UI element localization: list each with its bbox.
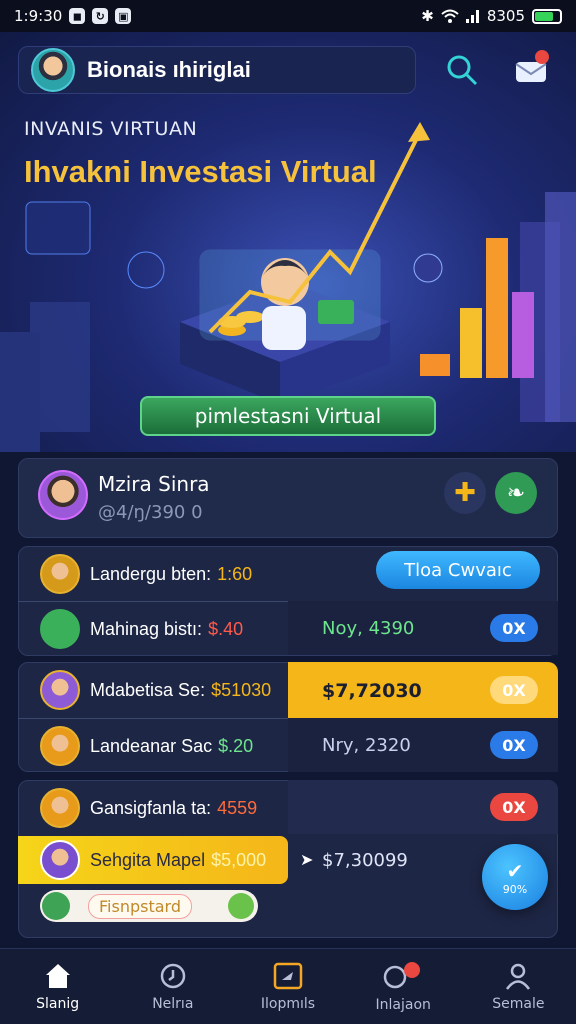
row-value: $5,000	[211, 849, 267, 870]
row-amount: Noy, 4390	[322, 618, 415, 639]
user-balance: @4/ŋ/390 0	[98, 502, 203, 523]
row-avatar	[40, 840, 80, 880]
bluetooth-icon: ✱	[421, 7, 434, 25]
search-icon[interactable]	[442, 50, 482, 90]
nav-label: Slanig	[36, 995, 80, 1012]
sync-icon: ↻	[92, 8, 109, 24]
profile-name: Bionais ıhiriglai	[87, 57, 251, 82]
hero-illustration	[0, 122, 576, 452]
percent-badge: 0X	[490, 731, 538, 759]
leaf-icon[interactable]: ❧	[495, 472, 537, 514]
shield-icon	[42, 892, 70, 920]
status-time: 1:9:30	[14, 7, 63, 25]
nav-label: Semale	[492, 995, 545, 1012]
row-label: Mahinag bistı:	[90, 618, 203, 639]
nav-label: Nelrıa	[152, 995, 194, 1012]
row-avatar	[40, 726, 80, 766]
percent-badge: 0X	[490, 676, 538, 704]
coin-icon	[40, 609, 80, 649]
hero-banner: Bionais ıhiriglai INVANIS VIRTUAN Ihvakn…	[0, 32, 576, 452]
nav-label: Inlajaon	[375, 996, 431, 1013]
nav-reports[interactable]: Ilopmıls	[230, 949, 345, 1024]
clock-icon	[160, 963, 186, 988]
row-amount: $7,72030	[322, 680, 422, 702]
nav-profile[interactable]: Semale	[461, 949, 576, 1024]
percent-badge: 0X	[490, 614, 538, 642]
row-value: $.40	[208, 618, 244, 639]
arrow-icon: ➤	[300, 850, 314, 869]
row-value: 1:60	[217, 563, 253, 584]
chat-icon	[383, 961, 421, 988]
row-label: Landeanar Sac	[90, 735, 213, 756]
leaf-icon	[228, 893, 254, 919]
wifi-icon	[441, 9, 459, 23]
profile-header[interactable]: Bionais ıhiriglai	[18, 46, 416, 94]
start-investing-button[interactable]: pimlestasni Virtual	[140, 396, 436, 436]
user-name: Mzira Sinra	[98, 472, 210, 496]
battery-text: 8305	[486, 7, 525, 25]
battery-icon	[532, 8, 562, 24]
nav-news[interactable]: Nelrıa	[115, 949, 230, 1024]
row-value: 4559	[217, 797, 258, 818]
row-avatar	[40, 554, 80, 594]
row-value: $.20	[218, 735, 254, 756]
row-label: Gansigfanla ta:	[90, 797, 212, 818]
gallery-icon: ▣	[115, 8, 132, 24]
row-amount: Nry, 2320	[322, 735, 411, 756]
row-amount: $7,30099	[322, 850, 408, 871]
nav-label: Ilopmıls	[260, 995, 316, 1012]
promo-pill[interactable]: Fisnpstard	[40, 890, 258, 922]
nav-home[interactable]: Slanig	[0, 949, 115, 1024]
home-icon	[45, 963, 70, 988]
promo-label: Fisnpstard	[88, 893, 192, 919]
fab-button[interactable]: ✔ 90%	[482, 844, 548, 910]
profile-avatar[interactable]	[31, 48, 75, 92]
check-icon: ✔	[506, 858, 524, 883]
nav-messages[interactable]: Inlajaon	[346, 949, 461, 1024]
plus-icon[interactable]: ✚	[444, 472, 486, 514]
hero-title: Ihvakni Investasi Virtual	[24, 154, 377, 189]
hero-subtitle: INVANIS VIRTUAN	[24, 118, 198, 140]
bottom-nav: Slanig Nelrıa Ilopmıls Inlajaon Semale	[0, 948, 576, 1024]
fab-label: 90%	[502, 882, 528, 896]
user-avatar[interactable]	[38, 470, 88, 520]
row-label: Mdabetisa Se:	[90, 679, 206, 700]
row-avatar	[40, 788, 80, 828]
list-item[interactable]: Sehgita Mapel $5,000	[18, 832, 558, 888]
notification-icon: ◼	[69, 8, 86, 24]
user-icon	[506, 963, 531, 990]
row-avatar	[40, 670, 80, 710]
status-bar: 1:9:30 ◼ ↻ ▣ ✱ 8305	[0, 0, 576, 32]
chart-card-icon	[273, 962, 303, 989]
percent-badge: 0X	[490, 793, 538, 821]
row-value: $51030	[211, 679, 272, 700]
signal-icon	[465, 10, 479, 23]
row-label: Sehgita Mapel	[90, 849, 206, 870]
inbox-icon[interactable]	[512, 48, 552, 88]
row-label: Landergu bten:	[90, 563, 212, 584]
trade-button[interactable]: Tloa Cwvaıc	[376, 551, 540, 589]
